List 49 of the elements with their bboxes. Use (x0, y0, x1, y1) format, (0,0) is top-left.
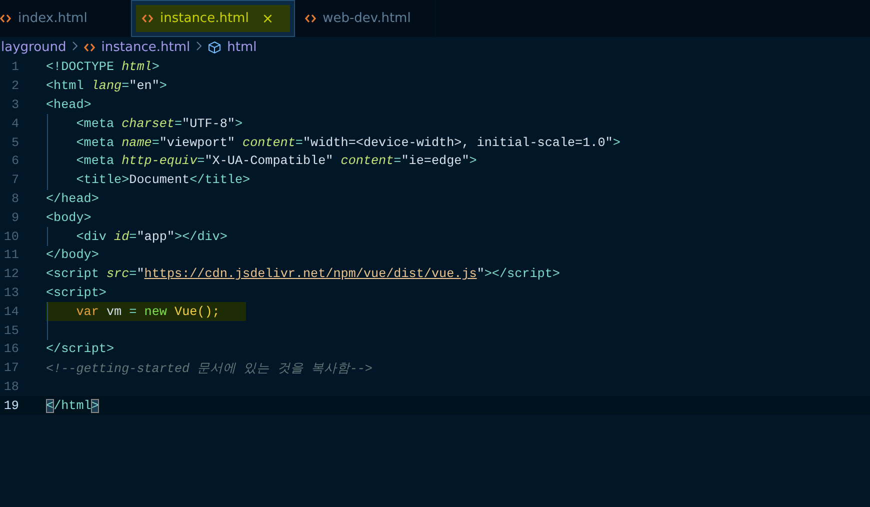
code-line: <title>Document</title> (46, 170, 250, 190)
code-line: <meta http-equiv="X-UA-Compatible" content="ie=edge"> (46, 152, 477, 171)
code-line: <div id="app"></div> (46, 227, 228, 246)
code-line: <!DOCTYPE html> (46, 59, 160, 76)
code-file-icon (84, 42, 96, 52)
line-number: 11 (2, 248, 19, 262)
line-number: 6 (10, 154, 19, 168)
code-line: <script> (46, 284, 106, 302)
breadcrumb-item[interactable]: html (227, 40, 257, 54)
line-number: 14 (2, 304, 19, 319)
line-number: 15 (2, 324, 19, 338)
code-line: <html lang="en"> (46, 78, 167, 96)
code-line: <head> (46, 96, 92, 114)
editor-tab[interactable]: web-dev.html (294, 0, 436, 37)
line-number: 7 (10, 173, 19, 188)
code-line: <body> (46, 210, 92, 227)
code-line: </script> (46, 341, 114, 358)
code-line: <meta charset="UTF-8"> (46, 114, 243, 134)
line-number: 8 (10, 192, 19, 206)
line-number: 12 (2, 267, 19, 282)
line-number: 3 (10, 98, 19, 112)
line-number: 19 (2, 398, 19, 413)
breadcrumb-item[interactable]: layground (1, 40, 66, 54)
code-file-icon (304, 14, 316, 23)
close-icon[interactable]: × (262, 10, 274, 26)
line-number: 13 (2, 286, 19, 300)
code-line: <meta name="viewport" content="width=<device-width>, initial-scale=1.0"> (46, 133, 620, 152)
line-number: 1 (10, 60, 19, 74)
code-line: </head> (46, 190, 99, 208)
line-number: 4 (10, 116, 19, 131)
code-file-icon (142, 14, 153, 23)
line-number: 2 (10, 79, 19, 94)
cube-icon (208, 40, 222, 54)
line-number: 16 (2, 342, 19, 356)
code-file-icon (0, 14, 11, 23)
line-number: 5 (10, 136, 19, 150)
editor-tab[interactable]: instance.html × (131, 0, 295, 37)
breadcrumb-item[interactable]: instance.html (101, 40, 190, 54)
code-line: </html> (46, 398, 99, 415)
tab-label: instance.html (160, 11, 249, 26)
tab-label: web-dev.html (322, 11, 411, 26)
code-line: <!--getting-started 문서에 있는 것을 복사함--> (46, 360, 372, 378)
tab-label: index.html (18, 11, 88, 26)
line-number: 17 (2, 361, 19, 376)
line-number: 10 (2, 230, 19, 244)
line-number: 18 (2, 380, 19, 394)
code-line: </body> (46, 247, 99, 264)
line-number: 9 (10, 210, 19, 225)
code-line: <script src="https://cdn.jsdelivr.net/npm/vue/dist/vue.js"></script> (46, 266, 560, 284)
